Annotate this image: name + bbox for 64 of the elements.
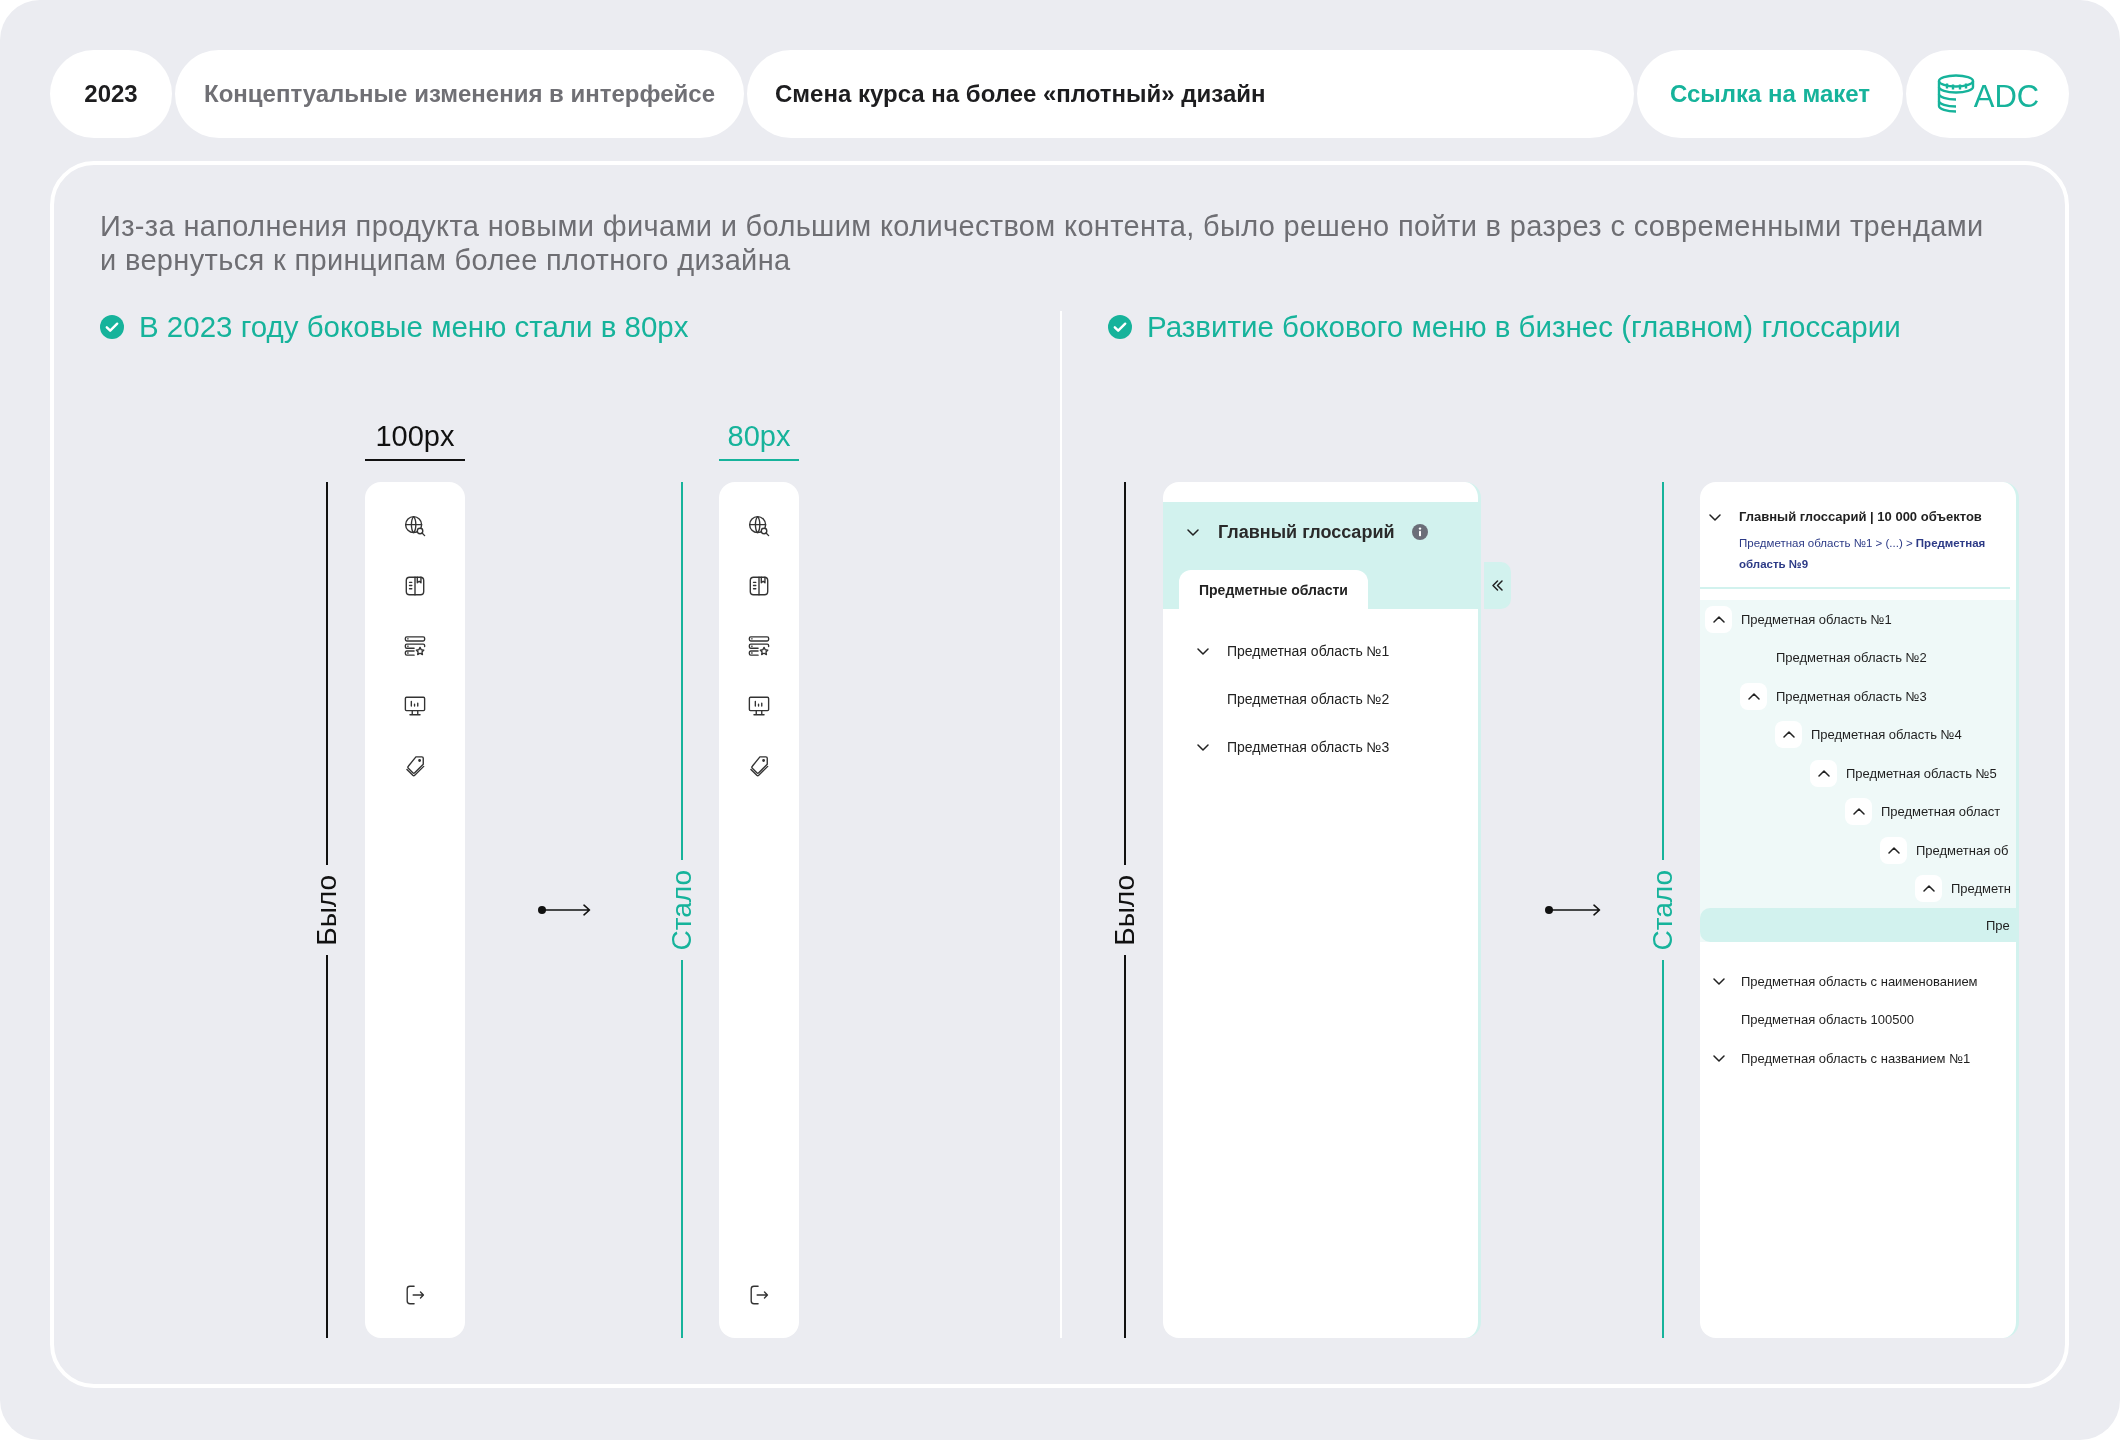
tree-item[interactable]: Предметная область №3 bbox=[1193, 723, 1390, 771]
book-icon[interactable] bbox=[404, 575, 426, 597]
collapse-button[interactable] bbox=[1484, 562, 1511, 609]
logo-text: ADC bbox=[1973, 79, 2040, 115]
chevron-up-icon[interactable] bbox=[1845, 798, 1872, 826]
panel-title: Главный глоссарий | 10 000 объектов bbox=[1739, 508, 1983, 526]
tree-item[interactable]: Пре bbox=[1700, 908, 2016, 942]
width-label: 100px bbox=[365, 419, 465, 461]
tree-item[interactable]: Предметная область №2 bbox=[1740, 638, 1927, 677]
section-heading: В 2023 году боковые меню стали в 80px bbox=[139, 310, 689, 344]
server-star-icon[interactable] bbox=[404, 635, 426, 657]
tree-item[interactable]: Предметная область №4 bbox=[1775, 715, 1962, 754]
chevron-down-icon[interactable] bbox=[1197, 743, 1209, 751]
breadcrumb[interactable]: Предметная область №1 > (...) > Предметная область №9 bbox=[1739, 533, 2001, 575]
logout-icon[interactable] bbox=[748, 1284, 770, 1306]
tree-item[interactable]: Предметная об bbox=[1880, 831, 2009, 870]
arrow-right-icon bbox=[538, 904, 591, 916]
tree-item[interactable]: Предметн bbox=[1915, 869, 2011, 908]
chevron-up-icon[interactable] bbox=[1705, 605, 1732, 633]
chevron-up-icon[interactable] bbox=[1740, 682, 1767, 710]
info-icon[interactable] bbox=[1411, 524, 1428, 540]
tab[interactable]: Предметные области bbox=[1179, 570, 1368, 609]
vertical-label: Было bbox=[1110, 874, 1140, 946]
chevron-up-icon[interactable] bbox=[1880, 836, 1907, 864]
chevron-down-icon[interactable] bbox=[1197, 647, 1209, 655]
book-icon[interactable] bbox=[748, 575, 770, 597]
logout-icon[interactable] bbox=[404, 1284, 426, 1306]
chevron-down-icon[interactable] bbox=[1712, 977, 1725, 985]
tree-item[interactable]: Предметная область №3 bbox=[1740, 677, 1927, 716]
tags-icon[interactable] bbox=[404, 755, 426, 777]
globe-search-icon[interactable] bbox=[748, 515, 770, 537]
vertical-label: Было bbox=[312, 874, 342, 946]
tags-icon[interactable] bbox=[748, 755, 770, 777]
tree-item[interactable]: Предметная область №1 bbox=[1705, 600, 1892, 639]
tree-item[interactable]: Предметная область 100500 bbox=[1705, 1000, 1914, 1039]
vertical-label: Стало bbox=[667, 869, 697, 951]
tree-item[interactable]: Предметная область №5 bbox=[1810, 754, 1997, 793]
arrow-right-icon bbox=[1545, 904, 1601, 916]
panel-title: Главный глоссарий bbox=[1218, 521, 1395, 543]
tree-item[interactable]: Предметная область с наименованием bbox=[1705, 962, 1978, 1001]
chevron-up-icon[interactable] bbox=[1915, 875, 1942, 903]
check-circle-icon bbox=[1108, 315, 1132, 339]
chevrons-left-icon bbox=[1492, 580, 1503, 591]
year-tag: 2023 bbox=[50, 50, 172, 138]
slide-title: Смена курса на более «плотный» дизайн bbox=[747, 50, 1634, 138]
server-star-icon[interactable] bbox=[748, 635, 770, 657]
width-label: 80px bbox=[719, 419, 799, 461]
monitor-chart-icon[interactable] bbox=[404, 695, 426, 717]
tree-item[interactable]: Предметная область с названием №1 bbox=[1705, 1039, 1971, 1078]
monitor-chart-icon[interactable] bbox=[748, 695, 770, 717]
chevron-down-icon[interactable] bbox=[1709, 513, 1721, 521]
topic-tag: Концептуальные изменения в интерфейсе bbox=[175, 50, 744, 138]
chevron-up-icon[interactable] bbox=[1775, 721, 1802, 749]
vertical-label: Стало bbox=[1648, 869, 1678, 951]
globe-search-icon[interactable] bbox=[404, 515, 426, 537]
chevron-down-icon[interactable] bbox=[1187, 528, 1199, 536]
chevron-down-icon[interactable] bbox=[1712, 1054, 1725, 1062]
tree-item[interactable]: Предметная област bbox=[1845, 792, 2001, 831]
chevron-up-icon[interactable] bbox=[1810, 759, 1837, 787]
tree-item[interactable]: Предметная область №1 bbox=[1193, 627, 1390, 675]
tree-item[interactable]: Предметная область №2 bbox=[1193, 675, 1390, 723]
check-circle-icon bbox=[100, 315, 124, 339]
intro-text: Из-за наполнения продукта новыми фичами и большим количеством контента, было решено пойти в разрез с современными трендами и вернуться к принципам более плотного дизайна bbox=[100, 209, 1985, 277]
section-heading: Развитие бокового меню в бизнес (главном) глоссарии bbox=[1147, 310, 1901, 344]
